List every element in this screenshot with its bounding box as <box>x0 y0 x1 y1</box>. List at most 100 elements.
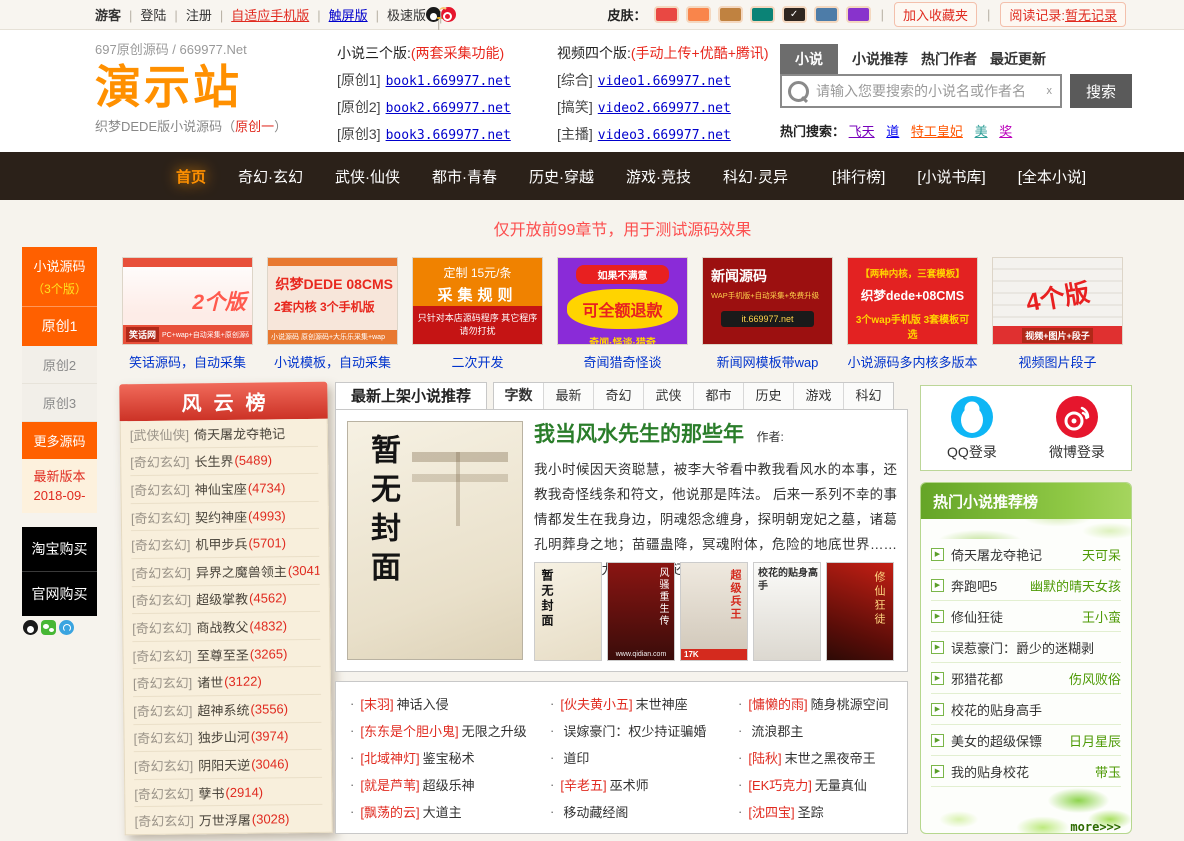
skin-swatch-teal[interactable] <box>750 6 775 23</box>
weibo-login-button[interactable]: 微博登录 <box>1049 395 1105 462</box>
skin-swatch-red[interactable] <box>654 6 679 23</box>
banner-caption[interactable]: 奇闻猎奇怪谈 <box>557 352 688 371</box>
taobao-buy-button[interactable]: 淘宝购买 <box>22 527 97 571</box>
touch-version-link[interactable]: 触屏版 <box>309 5 367 24</box>
cover-no-image[interactable]: 暂无封面 <box>534 562 602 661</box>
official-buy-button[interactable]: 官网购买 <box>22 571 97 616</box>
book-link[interactable]: ·[辛老五]巫术师 <box>550 771 738 798</box>
tab-word-count[interactable]: 字数 <box>494 383 543 409</box>
banner-caption[interactable]: 新闻网模板带wap <box>702 352 833 371</box>
book-link[interactable]: ·流浪郡主 <box>738 717 907 744</box>
book-link[interactable]: ·[沈四宝]圣踪 <box>738 798 907 825</box>
qq-login-button[interactable]: QQ登录 <box>947 395 997 462</box>
book-link[interactable]: ·[就是芦苇]超级乐神 <box>350 771 550 798</box>
hot-novel-item[interactable]: 美女的超级保镖日月星辰 <box>931 725 1121 756</box>
book-link[interactable]: ·移动藏经阁 <box>550 798 738 825</box>
reading-history-button[interactable]: 阅读记录:暂无记录 <box>1000 2 1126 27</box>
nav-urban[interactable]: 都市·青春 <box>416 166 513 187</box>
nav-wuxia[interactable]: 武侠·仙侠 <box>319 166 416 187</box>
book1-link[interactable]: book1.669977.net <box>386 74 511 89</box>
skin-swatch-blue[interactable] <box>814 6 839 23</box>
skin-swatch-dark-selected[interactable] <box>782 6 807 23</box>
featured-cover-no-image[interactable]: 暂无封面 <box>347 421 523 660</box>
hot-novel-item[interactable]: 倚天屠龙夺艳记天可呆 <box>931 539 1121 570</box>
ranking-item[interactable]: [奇幻玄幻]阴阳天逆(3046) <box>134 750 322 780</box>
book-link[interactable]: ·[陆秋]末世之黑夜帝王 <box>738 744 907 771</box>
nav-library[interactable]: [小说书库] <box>901 166 1001 187</box>
bubble-icon[interactable] <box>59 620 74 635</box>
banner-caption[interactable]: 小说源码多内核多版本 <box>847 352 978 371</box>
ranking-item[interactable]: [奇幻玄幻]长生界(5489) <box>130 446 318 476</box>
banner-thumbnail[interactable]: 新闻源码 WAP手机版+自动采集+免费升级 it.669977.net <box>702 257 833 345</box>
hot-novel-item[interactable]: 邪猎花都伤风败俗 <box>931 663 1121 694</box>
book-link[interactable]: ·[东东是个胆小鬼]无限之升级 <box>350 717 550 744</box>
featured-title[interactable]: 我当风水先生的那些年 <box>534 422 744 446</box>
ranking-item[interactable]: [奇幻玄幻]超级掌教(4562) <box>132 584 320 614</box>
banner-thumbnail[interactable]: 2个版 笑话网PC+wap+自动采集+原创源码 <box>122 257 253 345</box>
site-logo[interactable]: 演示站 <box>95 58 330 116</box>
link-recent-updates[interactable]: 最近更新 <box>990 49 1046 69</box>
nav-ranking[interactable]: [排行榜] <box>816 166 901 187</box>
more-link[interactable]: more>>> <box>1070 820 1121 834</box>
hot-search-link[interactable]: 飞天 <box>849 124 875 139</box>
tab-history[interactable]: 历史 <box>743 383 793 409</box>
hot-novel-item[interactable]: 修仙狂徒王小蛮 <box>931 601 1121 632</box>
nav-scifi[interactable]: 科幻·灵异 <box>707 166 804 187</box>
tab-wuxia[interactable]: 武侠 <box>643 383 693 409</box>
skin-swatch-purple[interactable] <box>846 6 871 23</box>
hot-novel-item[interactable]: 我的贴身校花带玉 <box>931 756 1121 787</box>
banner-caption[interactable]: 视频图片段子 <box>992 352 1123 371</box>
adaptive-mobile-link[interactable]: 自适应手机版 <box>212 5 309 24</box>
clear-icon[interactable]: x <box>1047 85 1053 97</box>
tab-fantasy[interactable]: 奇幻 <box>593 383 643 409</box>
cover-xiuxian[interactable]: 修仙狂徒 <box>826 562 894 661</box>
search-input[interactable] <box>814 82 1047 100</box>
hot-novel-item[interactable]: 误惹豪门：爵少的迷糊剥 <box>931 632 1121 663</box>
cover-super-soldier[interactable]: 超级兵王17K <box>680 562 748 661</box>
ranking-item[interactable]: [奇幻玄幻]独步山河(3974) <box>133 722 321 752</box>
cover-fengsao[interactable]: 风骚重生传www.qidian.com <box>607 562 675 661</box>
book-link[interactable]: ·[慵懒的雨]随身桃源空间 <box>738 690 907 717</box>
book-link[interactable]: ·[末羽]神话入侵 <box>350 690 550 717</box>
ranking-item[interactable]: [奇幻玄幻]万世浮屠(3028) <box>134 805 322 834</box>
book2-link[interactable]: book2.669977.net <box>386 101 511 116</box>
sidebar-item-original3[interactable]: 原创3 <box>22 384 97 422</box>
ranking-item[interactable]: [奇幻玄幻]异界之魔兽领主(3041) <box>131 557 319 587</box>
nav-home[interactable]: 首页 <box>160 166 222 187</box>
banner-caption[interactable]: 二次开发 <box>412 352 543 371</box>
hot-novel-item[interactable]: 奔跑吧5幽默的晴天女孩 <box>931 570 1121 601</box>
fast-version-link[interactable]: 极速版 <box>368 5 426 24</box>
add-favorites-button[interactable]: 加入收藏夹 <box>894 2 977 27</box>
weibo-icon[interactable] <box>441 7 456 22</box>
sidebar-item-original1[interactable]: 原创1 <box>22 306 97 336</box>
qq-contact-icon[interactable] <box>23 620 38 635</box>
tab-game[interactable]: 游戏 <box>793 383 843 409</box>
search-tab-novel[interactable]: 小说 <box>780 44 838 74</box>
skin-swatch-brown[interactable] <box>718 6 743 23</box>
nav-fantasy[interactable]: 奇幻·玄幻 <box>222 166 319 187</box>
banner-thumbnail[interactable]: 【两种内核，三套模板】 织梦dede+08CMS 3个wap手机版 3套模板可选 <box>847 257 978 345</box>
more-source-button[interactable]: 更多源码 <box>22 422 97 459</box>
nav-history[interactable]: 历史·穿越 <box>513 166 610 187</box>
hot-novel-item[interactable]: 校花的贴身高手 <box>931 694 1121 725</box>
link-novel-recommend[interactable]: 小说推荐 <box>852 49 908 69</box>
banner-caption[interactable]: 笑话源码，自动采集 <box>122 352 253 371</box>
wechat-icon[interactable] <box>41 620 56 635</box>
banner-caption[interactable]: 小说模板，自动采集 <box>267 352 398 371</box>
tab-urban[interactable]: 都市 <box>693 383 743 409</box>
book-link[interactable]: ·[EK巧克力]无量真仙 <box>738 771 907 798</box>
tab-latest[interactable]: 最新 <box>543 383 593 409</box>
hot-search-link[interactable]: 特工皇妃 <box>911 124 963 139</box>
ranking-item[interactable]: [奇幻玄幻]契约神座(4993) <box>131 502 319 532</box>
hot-search-link[interactable]: 道 <box>886 124 899 139</box>
nav-game[interactable]: 游戏·竞技 <box>610 166 707 187</box>
register-link[interactable]: 注册 <box>166 5 211 24</box>
book-link[interactable]: ·[北域神灯]鉴宝秘术 <box>350 744 550 771</box>
book-link[interactable]: ·道印 <box>550 744 738 771</box>
skin-swatch-orange[interactable] <box>686 6 711 23</box>
ranking-item[interactable]: [奇幻玄幻]超神系统(3556) <box>133 695 321 725</box>
video1-link[interactable]: video1.669977.net <box>598 74 731 89</box>
nav-complete[interactable]: [全本小说] <box>1002 166 1102 187</box>
book3-link[interactable]: book3.669977.net <box>386 128 511 143</box>
banner-thumbnail[interactable]: 定制 15元/条 采集规则 只针对本店源码程序 其它程序请勿打扰 <box>412 257 543 345</box>
